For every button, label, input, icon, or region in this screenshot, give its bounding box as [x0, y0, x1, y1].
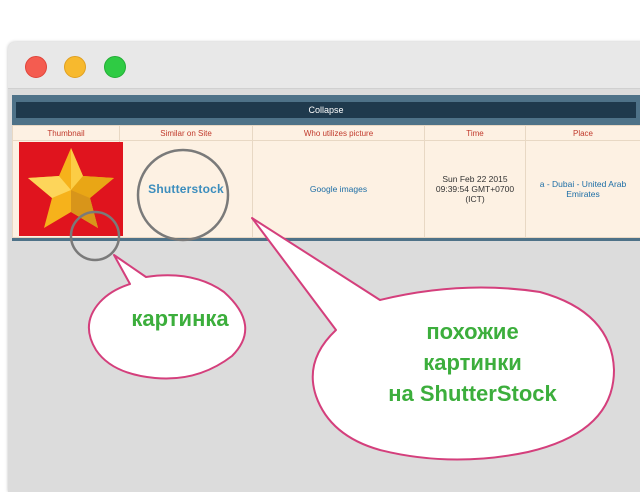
- results-table: Thumbnail Similar on Site Who utilizes p…: [12, 125, 640, 238]
- maximize-window-button[interactable]: [104, 56, 126, 78]
- column-header-thumbnail: Thumbnail: [13, 126, 120, 141]
- callout-similar-text: похожие картинки на ShutterStock: [360, 316, 585, 409]
- who-utilizes-cell: Google images: [253, 141, 425, 238]
- callout-similar-line2: картинки: [360, 347, 585, 378]
- thumbnail-cell: [13, 141, 120, 238]
- column-header-similar: Similar on Site: [120, 126, 253, 141]
- place-link[interactable]: a - Dubai - United Arab Emirates: [540, 179, 626, 199]
- table-header-row: Thumbnail Similar on Site Who utilizes p…: [13, 126, 640, 141]
- place-cell: a - Dubai - United Arab Emirates: [526, 141, 640, 238]
- callout-similar-line3: на ShutterStock: [360, 378, 585, 409]
- browser-window: Collapse Thumbnail Similar on Site Who u…: [8, 42, 640, 492]
- column-header-who: Who utilizes picture: [253, 126, 425, 141]
- shutterstock-link[interactable]: Shutterstock: [148, 182, 224, 196]
- callout-similar-line1: похожие: [360, 316, 585, 347]
- collapse-button[interactable]: Collapse: [16, 102, 636, 118]
- callout-picture-text: картинка: [120, 306, 240, 332]
- window-titlebar: [8, 42, 640, 89]
- results-panel: Collapse Thumbnail Similar on Site Who u…: [12, 95, 640, 241]
- close-window-button[interactable]: [25, 56, 47, 78]
- star-icon: [19, 142, 123, 236]
- thumbnail-image[interactable]: [19, 142, 123, 236]
- time-value: Sun Feb 22 2015 09:39:54 GMT+0700 (ICT): [436, 174, 514, 204]
- column-header-place: Place: [526, 126, 640, 141]
- minimize-window-button[interactable]: [64, 56, 86, 78]
- table-row: Shutterstock Google images Sun Feb 22 20…: [13, 141, 640, 238]
- similar-site-cell: Shutterstock: [120, 141, 253, 238]
- google-images-link[interactable]: Google images: [310, 184, 367, 194]
- page-content: Collapse Thumbnail Similar on Site Who u…: [8, 89, 640, 492]
- column-header-time: Time: [425, 126, 526, 141]
- time-cell: Sun Feb 22 2015 09:39:54 GMT+0700 (ICT): [425, 141, 526, 238]
